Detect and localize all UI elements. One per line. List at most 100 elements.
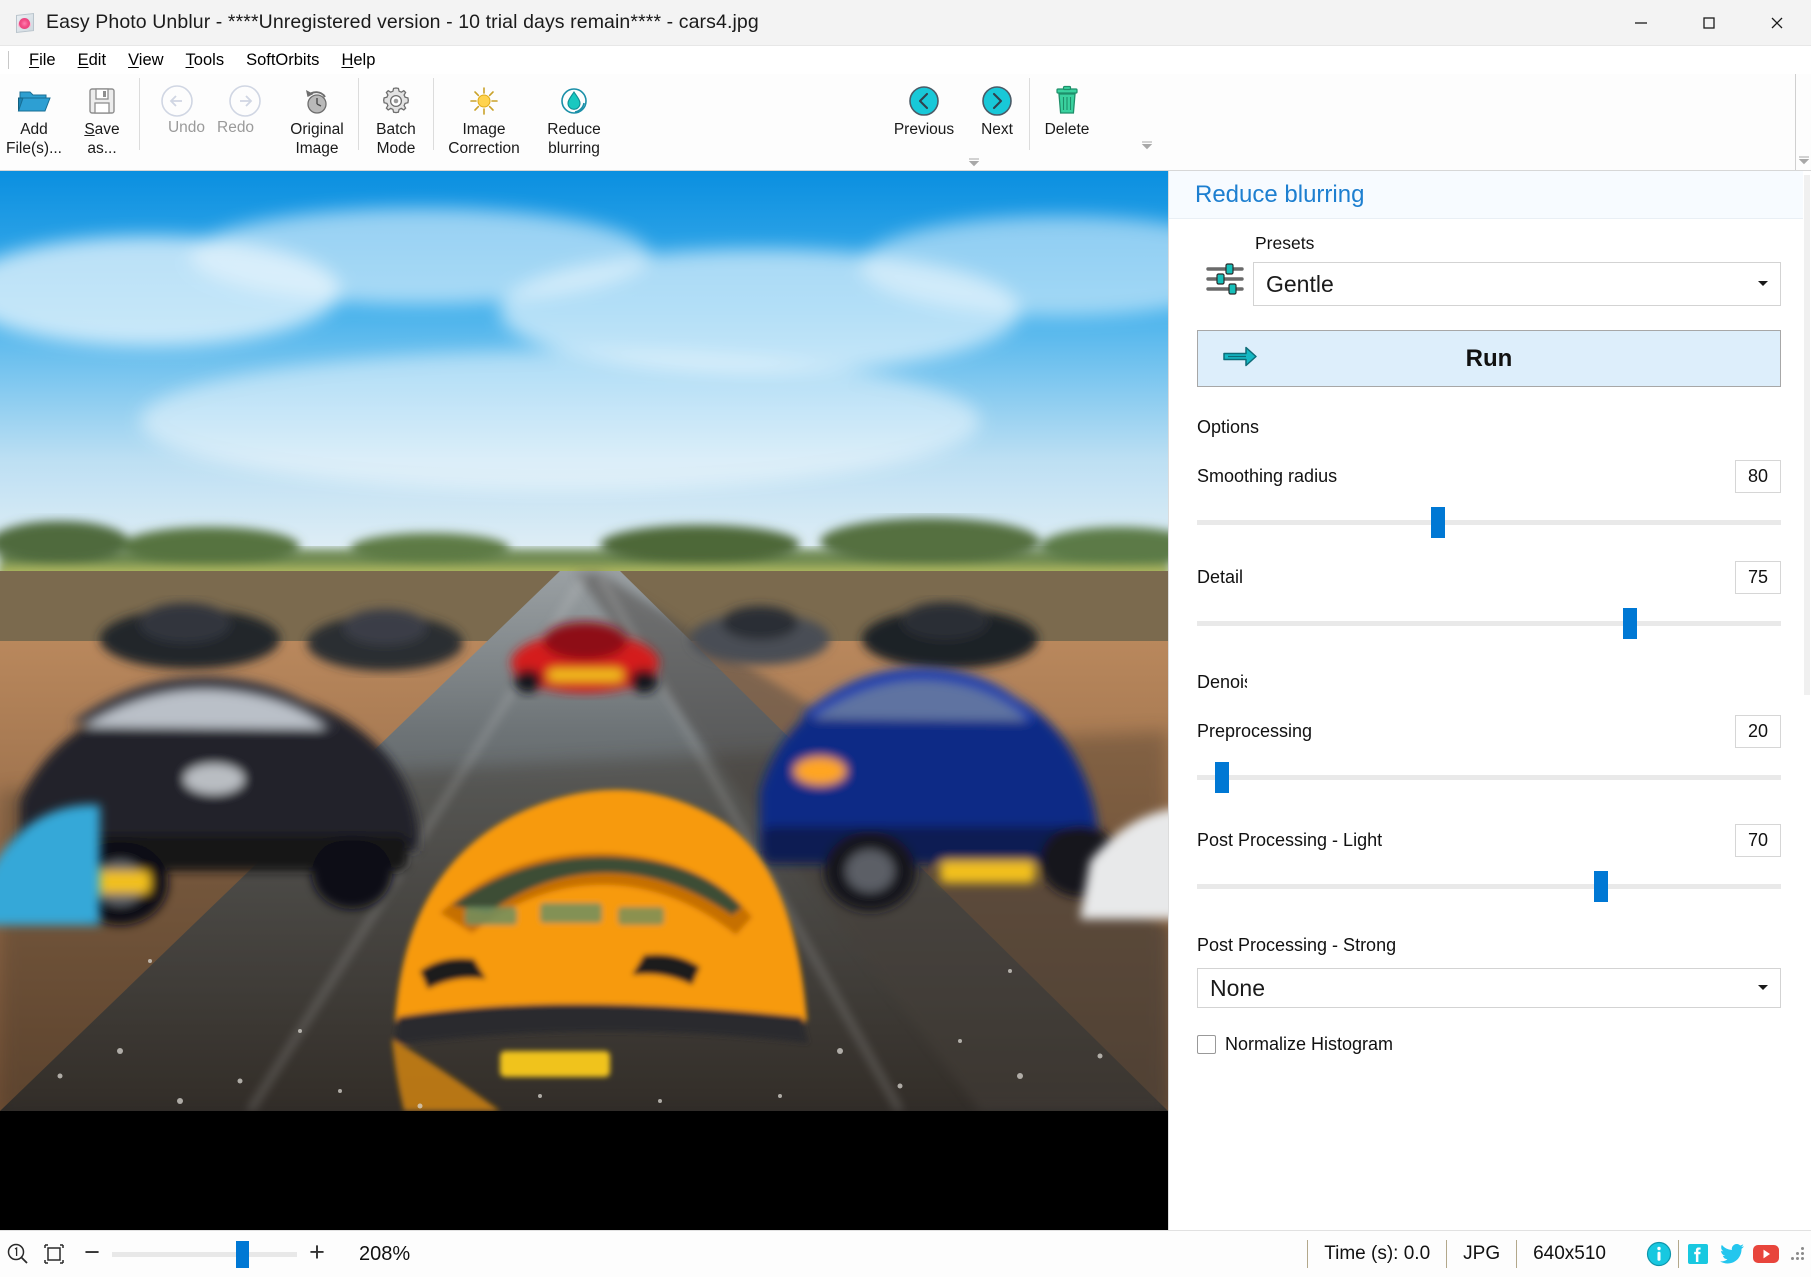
slider-thumb[interactable] — [1594, 871, 1608, 902]
normalize-histogram-label: Normalize Histogram — [1225, 1034, 1393, 1055]
resize-grip[interactable] — [1789, 1245, 1807, 1263]
menu-view-label: iew — [139, 51, 164, 69]
preprocessing-slider[interactable] — [1197, 760, 1781, 794]
arrow-right-circle-icon — [226, 82, 264, 120]
toolbar-separator-2 — [358, 78, 359, 150]
zoom-actual-size-icon[interactable] — [0, 1242, 36, 1266]
status-bar-right: Time (s): 0.0 JPG 640x510 — [1305, 1231, 1811, 1277]
run-button[interactable]: Run — [1197, 330, 1781, 387]
menu-help-accel: H — [341, 51, 353, 69]
smoothing-radius-slider[interactable] — [1197, 505, 1781, 539]
toolbar-group-batch: Batch Mode — [362, 74, 430, 171]
undo-button[interactable] — [143, 74, 211, 120]
detail-slider[interactable] — [1197, 606, 1781, 640]
slider-track — [1197, 775, 1781, 780]
delete-button[interactable]: Delete — [1033, 74, 1101, 154]
undo-label: Undo — [168, 120, 205, 137]
post-processing-strong-dropdown[interactable]: None — [1197, 968, 1781, 1008]
minimize-button[interactable] — [1607, 0, 1675, 45]
youtube-icon[interactable] — [1749, 1239, 1783, 1269]
menu-tools[interactable]: Tools — [175, 49, 236, 72]
menu-view[interactable]: View — [117, 49, 174, 72]
previous-label: Previous — [894, 122, 954, 139]
menu-help[interactable]: Help — [330, 49, 386, 72]
slider-track — [1197, 884, 1781, 889]
save-accel: S — [84, 121, 94, 138]
slider-thumb[interactable] — [1215, 762, 1229, 793]
presets-dropdown[interactable]: Gentle — [1253, 262, 1781, 306]
menu-edit[interactable]: Edit — [67, 49, 117, 72]
preprocessing-block: Preprocessing 20 — [1197, 715, 1781, 794]
options-label: Options — [1197, 417, 1781, 438]
reduce-blurring-label-2: blurring — [548, 141, 600, 158]
main-content: Reduce blurring — [0, 171, 1811, 1230]
maximize-button[interactable] — [1675, 0, 1743, 45]
twitter-icon[interactable] — [1715, 1239, 1749, 1269]
preprocessing-label: Preprocessing — [1197, 721, 1735, 742]
panel-scrollbar-thumb[interactable] — [1804, 175, 1810, 695]
info-circle-icon[interactable] — [1642, 1239, 1676, 1269]
add-files-label-1: Add — [20, 122, 48, 139]
close-button[interactable] — [1743, 0, 1811, 45]
next-label: Next — [981, 122, 1013, 139]
save-as-label-1: Save — [84, 122, 119, 139]
detail-value[interactable]: 75 — [1735, 561, 1781, 594]
presets-label: Presets — [1255, 233, 1781, 254]
floppy-disk-icon — [83, 82, 121, 120]
original-image-button[interactable]: Original Image — [279, 74, 355, 157]
menu-softorbits[interactable]: SoftOrbits — [235, 49, 330, 72]
image-correction-label-1: Image — [462, 122, 505, 139]
toolbar-group-history: Undo Redo — [143, 74, 279, 171]
preprocessing-value[interactable]: 20 — [1735, 715, 1781, 748]
smoothing-radius-block: Smoothing radius 80 — [1197, 460, 1781, 539]
zoom-out-button[interactable]: − — [72, 1237, 112, 1271]
status-divider — [1307, 1240, 1308, 1268]
application-window: Easy Photo Unblur - ****Unregistered ver… — [0, 0, 1811, 1277]
menu-softorbits-label: SoftOrbits — [246, 51, 319, 69]
menu-file[interactable]: File — [18, 49, 67, 72]
batch-mode-label-1: Batch — [376, 122, 416, 139]
post-processing-strong-label: Post Processing - Strong — [1197, 935, 1781, 956]
water-drop-icon — [555, 82, 593, 120]
image-canvas[interactable] — [0, 171, 1168, 1230]
post-processing-light-slider[interactable] — [1197, 869, 1781, 903]
batch-mode-button[interactable]: Batch Mode — [362, 74, 430, 157]
fit-to-window-icon[interactable] — [36, 1243, 72, 1265]
save-as-button[interactable]: Save as... — [68, 74, 136, 157]
presets-value: Gentle — [1266, 271, 1756, 298]
post-processing-strong-value: None — [1210, 975, 1756, 1002]
slider-thumb[interactable] — [1431, 507, 1445, 538]
toolbar-overflow-chevron-right[interactable] — [1140, 139, 1154, 151]
smoothing-radius-value[interactable]: 80 — [1735, 460, 1781, 493]
slider-thumb[interactable] — [1623, 608, 1637, 639]
normalize-histogram-checkbox[interactable] — [1197, 1035, 1216, 1054]
panel-header: Reduce blurring — [1169, 171, 1811, 219]
presets-row: Presets Gentle — [1197, 233, 1781, 306]
facebook-icon[interactable] — [1681, 1239, 1715, 1269]
panel-scrollbar[interactable] — [1803, 171, 1811, 1230]
add-files-button[interactable]: Add File(s)... — [0, 74, 68, 157]
panel-body: Presets Gentle — [1169, 219, 1811, 1055]
delete-label: Delete — [1045, 122, 1090, 139]
image-correction-button[interactable]: Image Correction — [437, 74, 531, 157]
chevron-down-icon — [1756, 979, 1770, 997]
toolbar-overflow-chevron-left[interactable] — [967, 156, 981, 168]
zoom-slider-thumb[interactable] — [236, 1241, 249, 1268]
previous-button[interactable]: Previous — [880, 74, 968, 154]
next-button[interactable]: Next — [968, 74, 1026, 154]
menu-help-label: elp — [353, 51, 375, 69]
flower-photo-icon — [14, 12, 36, 34]
toolbar-overflow-chevron-far-right[interactable] — [1797, 154, 1811, 166]
redo-button[interactable] — [211, 74, 279, 120]
title-bar: Easy Photo Unblur - ****Unregistered ver… — [0, 0, 1811, 45]
post-processing-light-value[interactable]: 70 — [1735, 824, 1781, 857]
photo-preview — [0, 171, 1168, 1111]
zoom-in-button[interactable]: + — [297, 1237, 337, 1271]
zoom-slider[interactable] — [112, 1239, 297, 1269]
batch-mode-label-2: Mode — [377, 141, 416, 158]
chevron-left-circle-icon — [905, 82, 943, 120]
reduce-blurring-button[interactable]: Reduce blurring — [531, 74, 617, 157]
save-as-label-2: as... — [87, 141, 116, 158]
normalize-histogram-row[interactable]: Normalize Histogram — [1197, 1034, 1781, 1055]
add-files-label-2: File(s)... — [6, 141, 62, 158]
